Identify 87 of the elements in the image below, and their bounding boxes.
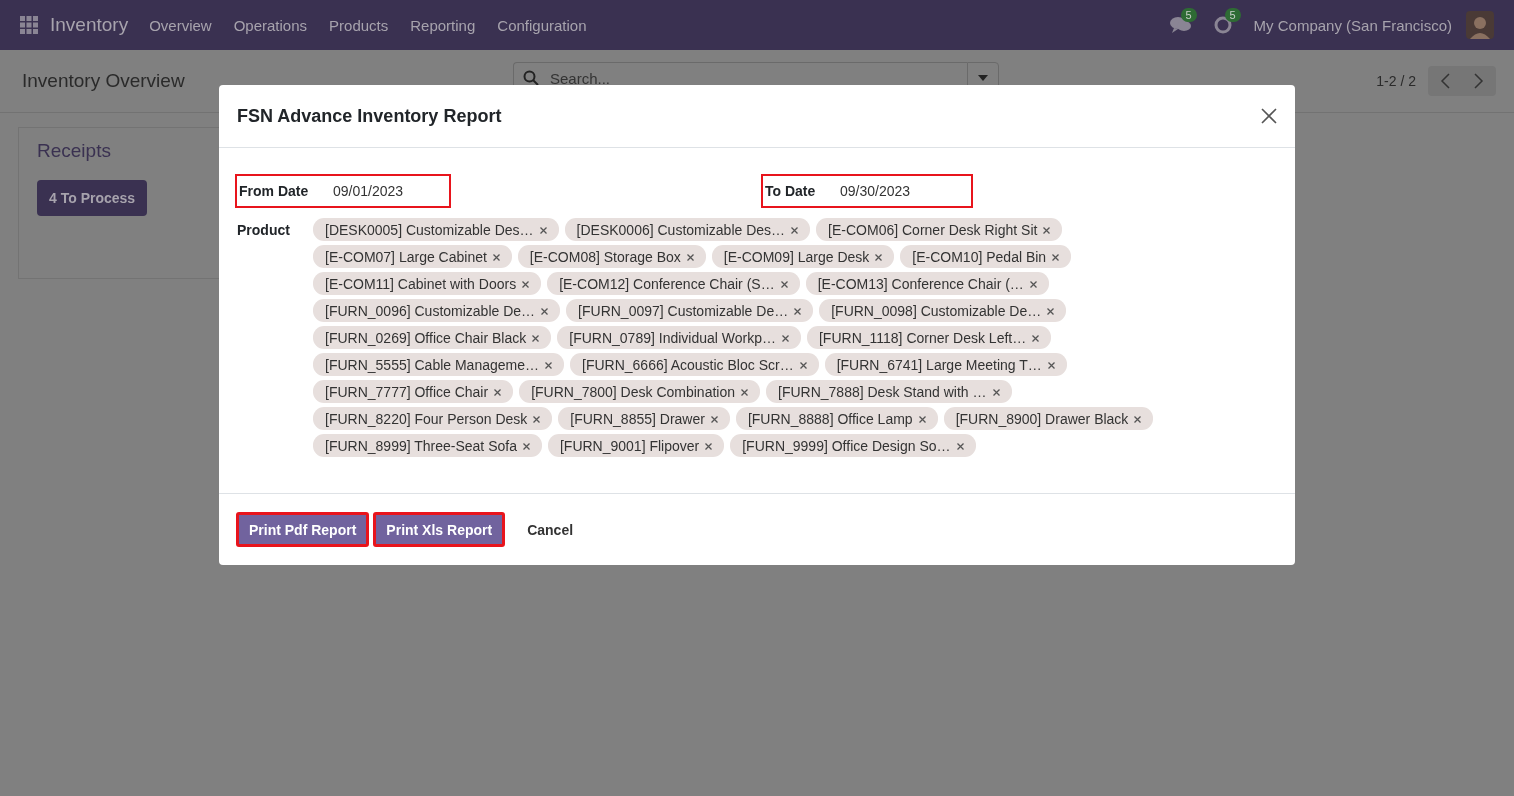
tag-label: [E-COM13] Conference Chair (… [817, 275, 1024, 292]
field-label: From Date [239, 183, 310, 199]
remove-tag-icon[interactable] [791, 227, 799, 234]
remove-tag-icon[interactable] [539, 227, 547, 234]
close-icon[interactable] [1261, 108, 1277, 124]
tag-label: [FURN_7777] Office Chair [325, 383, 489, 400]
page-title: Inventory Overview [22, 70, 186, 92]
field-label: To Date [765, 183, 817, 199]
remove-tag-icon[interactable] [545, 362, 552, 369]
company-switcher[interactable]: My Company (San Francisco) [1253, 16, 1452, 34]
remove-tag-icon[interactable] [992, 389, 1000, 396]
app-name[interactable]: Inventory [50, 14, 129, 36]
cancel-button[interactable]: Cancel [517, 512, 584, 547]
remove-tag-icon[interactable] [956, 443, 964, 450]
remove-tag-icon[interactable] [541, 308, 549, 315]
tag-label: [E-COM10] Pedal Bin [912, 248, 1047, 265]
tag-label: [FURN_5555] Cable Manageme… [325, 356, 539, 373]
notification-badge: 5 [1224, 8, 1241, 22]
tag-label: [DESK0005] Customizable Des… [325, 221, 534, 238]
remove-tag-icon[interactable] [780, 281, 788, 288]
tag-label: [E-COM09] Large Desk [723, 248, 870, 265]
tag-label: [FURN_8855] Drawer [570, 410, 705, 427]
tag-label: [FURN_8220] Four Person Desk [325, 410, 528, 427]
caret-icon [978, 75, 988, 81]
menu-item[interactable]: Operations [233, 16, 308, 34]
avatar-icon[interactable] [1466, 11, 1494, 39]
tag-label: [FURN_8900] Drawer Black [955, 410, 1129, 427]
dialog-title: FSN Advance Inventory Report [237, 105, 502, 127]
menu-item[interactable]: Reporting [410, 16, 476, 34]
tag-label: [E-COM11] Cabinet with Doors [325, 275, 517, 292]
pager-value: 1-2 / 2 [1376, 73, 1416, 89]
remove-tag-icon[interactable] [741, 389, 748, 396]
remove-tag-icon[interactable] [1047, 308, 1055, 315]
remove-tag-icon[interactable] [710, 416, 718, 423]
card-title: Receipts [37, 140, 111, 162]
tag-label: [E-COM08] Storage Box [529, 248, 681, 265]
remove-tag-icon[interactable] [686, 254, 694, 261]
menu-item[interactable]: Configuration [497, 16, 587, 34]
tag-label: [FURN_0096] Customizable De… [325, 302, 536, 319]
remove-tag-icon[interactable] [1043, 227, 1051, 234]
tag-label: [DESK0006] Customizable Des… [576, 221, 786, 238]
tag-label: [FURN_9999] Office Design So… [742, 437, 951, 454]
tag-label: [FURN_7888] Desk Stand with … [778, 383, 987, 400]
tag-label: [FURN_0789] Individual Workp… [569, 329, 776, 346]
remove-tag-icon[interactable] [799, 362, 807, 369]
remove-tag-icon[interactable] [875, 254, 883, 261]
remove-tag-icon[interactable] [705, 443, 713, 450]
remove-tag-icon[interactable] [1047, 362, 1055, 369]
search-icon [523, 70, 539, 86]
menu-item[interactable]: Overview [149, 16, 212, 34]
menu-item[interactable]: Products [329, 16, 389, 34]
remove-tag-icon[interactable] [494, 389, 502, 396]
remove-tag-icon[interactable] [1029, 281, 1037, 288]
tag-label: [FURN_8999] Three-Seat Sofa [325, 437, 517, 454]
remove-tag-icon[interactable] [532, 335, 540, 342]
remove-tag-icon[interactable] [533, 416, 541, 423]
tag-label: [FURN_7800] Desk Combination [531, 383, 735, 400]
apps-grid-icon[interactable] [20, 16, 38, 34]
remove-tag-icon[interactable] [794, 308, 802, 315]
tag-label: [FURN_0098] Customizable De… [831, 302, 1042, 319]
remove-tag-icon[interactable] [1134, 416, 1142, 423]
tag-label: [FURN_0269] Office Chair Black [325, 329, 527, 346]
remove-tag-icon[interactable] [522, 281, 530, 288]
tag-label: [FURN_6666] Acoustic Bloc Scr… [582, 356, 794, 373]
remove-tag-icon[interactable] [782, 335, 789, 342]
tag-label: [FURN_9001] Flipover [559, 437, 700, 454]
tag-label: [FURN_1118] Corner Desk Left… [819, 329, 1027, 346]
chevron-left-icon[interactable] [1440, 73, 1450, 89]
tag-label: [FURN_6741] Large Meeting T… [836, 356, 1042, 373]
remove-tag-icon[interactable] [918, 416, 926, 423]
remove-tag-icon[interactable] [1052, 254, 1060, 261]
tag-label: [FURN_8888] Office Lamp [747, 410, 913, 427]
remove-tag-icon[interactable] [1032, 335, 1040, 342]
tag-label: [E-COM06] Corner Desk Right Sit [828, 221, 1038, 238]
print-button[interactable]: Print Pdf Report [236, 512, 370, 547]
print-button[interactable]: Print Xls Report [373, 512, 506, 547]
chevron-right-icon[interactable] [1474, 73, 1484, 89]
tag-label: [FURN_0097] Customizable De… [578, 302, 789, 319]
remove-tag-icon[interactable] [492, 254, 500, 261]
field-label: Product [236, 221, 291, 240]
tag-label: [E-COM07] Large Cabinet [325, 248, 487, 265]
date-field[interactable]: 09/30/2023 [840, 183, 911, 199]
process-button[interactable]: 4 To Process [37, 180, 148, 216]
remove-tag-icon[interactable] [522, 443, 530, 450]
date-field[interactable]: 09/01/2023 [333, 183, 404, 199]
tag-label: [E-COM12] Conference Chair (S… [559, 275, 775, 292]
notification-badge: 5 [1180, 8, 1197, 22]
